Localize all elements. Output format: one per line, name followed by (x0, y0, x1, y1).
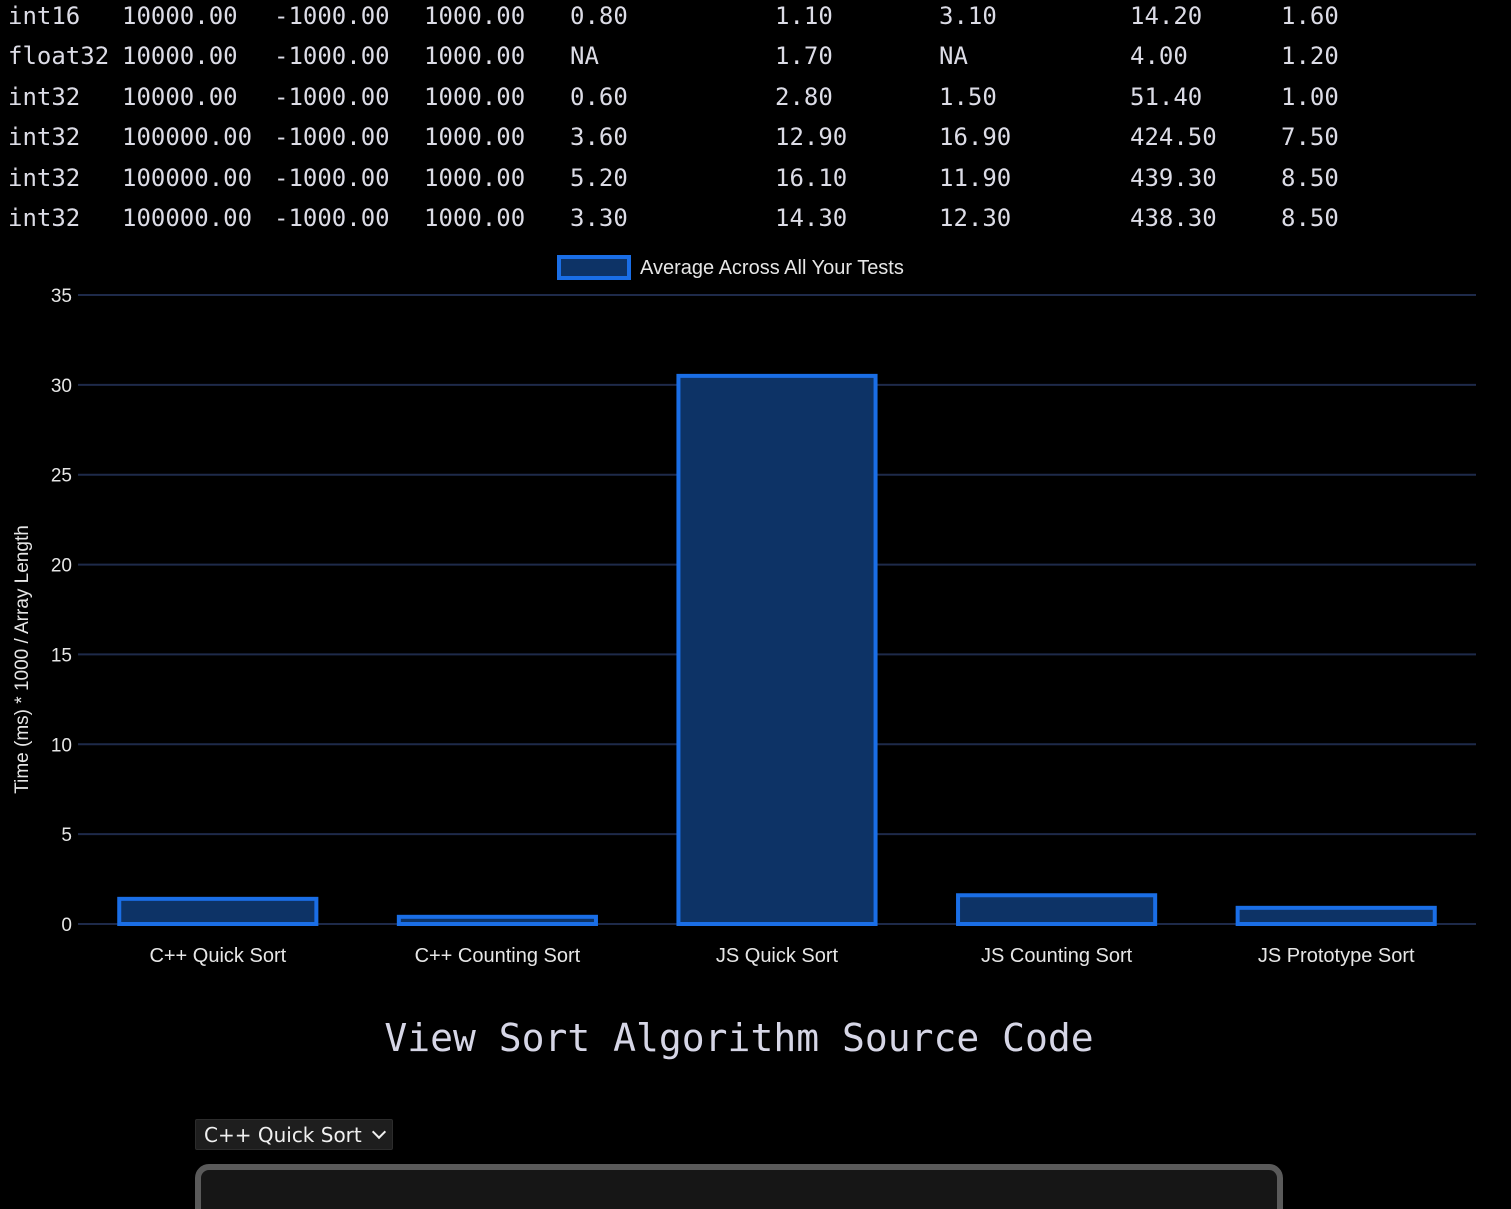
table-cell: NA (939, 42, 968, 70)
table-cell: 100000.00 (122, 204, 253, 232)
table-row: int32 100000.00 -1000.00 1000.00 5.20 16.10 11… (0, 162, 1511, 202)
table-cell: 439.30 (1130, 164, 1217, 192)
table-cell: 16.10 (775, 164, 848, 192)
table-row: int32 100000.00 -1000.00 1000.00 3.60 12.90 16… (0, 121, 1511, 161)
table-cell: int32 (8, 83, 81, 111)
x-tick-label: C++ Quick Sort (149, 945, 286, 967)
table-cell: 0.80 (570, 2, 628, 30)
x-tick-label: C++ Counting Sort (415, 945, 581, 967)
table-cell: 1.00 (1281, 83, 1339, 111)
table-cell: -1000.00 (274, 2, 390, 30)
table-cell: 1000.00 (424, 83, 526, 111)
table-row: int16 10000.00 -1000.00 1000.00 0.80 1.10 3.10… (0, 0, 1511, 40)
x-tick-label: JS Quick Sort (716, 945, 839, 967)
x-tick-label: JS Prototype Sort (1258, 945, 1415, 967)
table-cell: 5.20 (570, 164, 628, 192)
table-cell: 1.10 (775, 2, 833, 30)
table-cell: 1.60 (1281, 2, 1339, 30)
table-cell: int32 (8, 164, 81, 192)
table-cell: 1.50 (939, 83, 997, 111)
table-cell: 0.60 (570, 83, 628, 111)
table-cell: 424.50 (1130, 123, 1217, 151)
bar (956, 893, 1158, 927)
table-cell: -1000.00 (274, 204, 390, 232)
table-cell: 10000.00 (122, 83, 238, 111)
table-cell: int32 (8, 204, 81, 232)
y-tick-label: 0 (61, 915, 72, 936)
table-cell: 1.20 (1281, 42, 1339, 70)
table-cell: 7.50 (1281, 123, 1339, 151)
table-cell: 8.50 (1281, 204, 1339, 232)
y-tick-label: 25 (51, 466, 72, 487)
bar (1235, 905, 1437, 927)
table-cell: 3.10 (939, 2, 997, 30)
table-cell: 14.20 (1130, 2, 1203, 30)
table-cell: int32 (8, 123, 81, 151)
table-cell: 11.90 (939, 164, 1012, 192)
source-code-viewer[interactable] (195, 1164, 1283, 1209)
table-cell: -1000.00 (274, 164, 390, 192)
table-cell: 3.60 (570, 123, 628, 151)
table-cell: 51.40 (1130, 83, 1203, 111)
chevron-down-icon (371, 1124, 386, 1140)
table-cell: 8.50 (1281, 164, 1339, 192)
legend-label: Average Across All Your Tests (640, 257, 904, 279)
table-cell: 2.80 (775, 83, 833, 111)
table-cell: -1000.00 (274, 83, 390, 111)
table-row: float32 10000.00 -1000.00 1000.00 NA 1.70 NA 4.… (0, 40, 1511, 80)
algorithm-select-value: C++ Quick Sort (204, 1122, 362, 1147)
table-cell: -1000.00 (274, 42, 390, 70)
table-cell: 1000.00 (424, 204, 526, 232)
table-cell: 3.30 (570, 204, 628, 232)
table-cell: 100000.00 (122, 164, 253, 192)
y-tick-label: 20 (51, 556, 72, 577)
bar (117, 896, 319, 927)
table-cell: 1000.00 (424, 164, 526, 192)
bar (396, 914, 598, 926)
y-tick-label: 35 (51, 286, 72, 307)
table-cell: 14.30 (775, 204, 848, 232)
table-cell: 1000.00 (424, 2, 526, 30)
bar (676, 373, 878, 927)
table-cell: -1000.00 (274, 123, 390, 151)
y-tick-label: 15 (51, 645, 72, 666)
average-times-bar-chart: 0 5 10 15 20 25 30 35 Time (ms) * 1000 / Array L… (12, 255, 1476, 967)
table-cell: 100000.00 (122, 123, 253, 151)
x-tick-label: JS Counting Sort (981, 945, 1133, 967)
table-cell: 16.90 (939, 123, 1012, 151)
table-cell: 12.30 (939, 204, 1012, 232)
table-cell: 1.70 (775, 42, 833, 70)
table-cell: 12.90 (775, 123, 848, 151)
algorithm-select[interactable]: C++ Quick Sort (195, 1119, 393, 1150)
source-code-section-title: View Sort Algorithm Source Code (384, 1016, 1094, 1060)
table-cell: 10000.00 (122, 42, 238, 70)
table-cell: 1000.00 (424, 42, 526, 70)
table-cell: float32 (8, 42, 110, 70)
y-tick-label: 5 (61, 825, 72, 846)
table-cell: 10000.00 (122, 2, 238, 30)
table-cell: NA (570, 42, 599, 70)
y-axis-label: Time (ms) * 1000 / Array Length (12, 525, 33, 794)
y-tick-label: 10 (51, 735, 72, 756)
legend-swatch (557, 255, 631, 280)
table-cell: 438.30 (1130, 204, 1217, 232)
table-row: int32 100000.00 -1000.00 1000.00 3.30 14.30 12… (0, 202, 1511, 242)
table-cell: 4.00 (1130, 42, 1188, 70)
y-tick-label: 30 (51, 376, 72, 397)
table-cell: 1000.00 (424, 123, 526, 151)
table-row: int32 10000.00 -1000.00 1000.00 0.60 2.80 1.50… (0, 81, 1511, 121)
table-cell: int16 (8, 2, 81, 30)
